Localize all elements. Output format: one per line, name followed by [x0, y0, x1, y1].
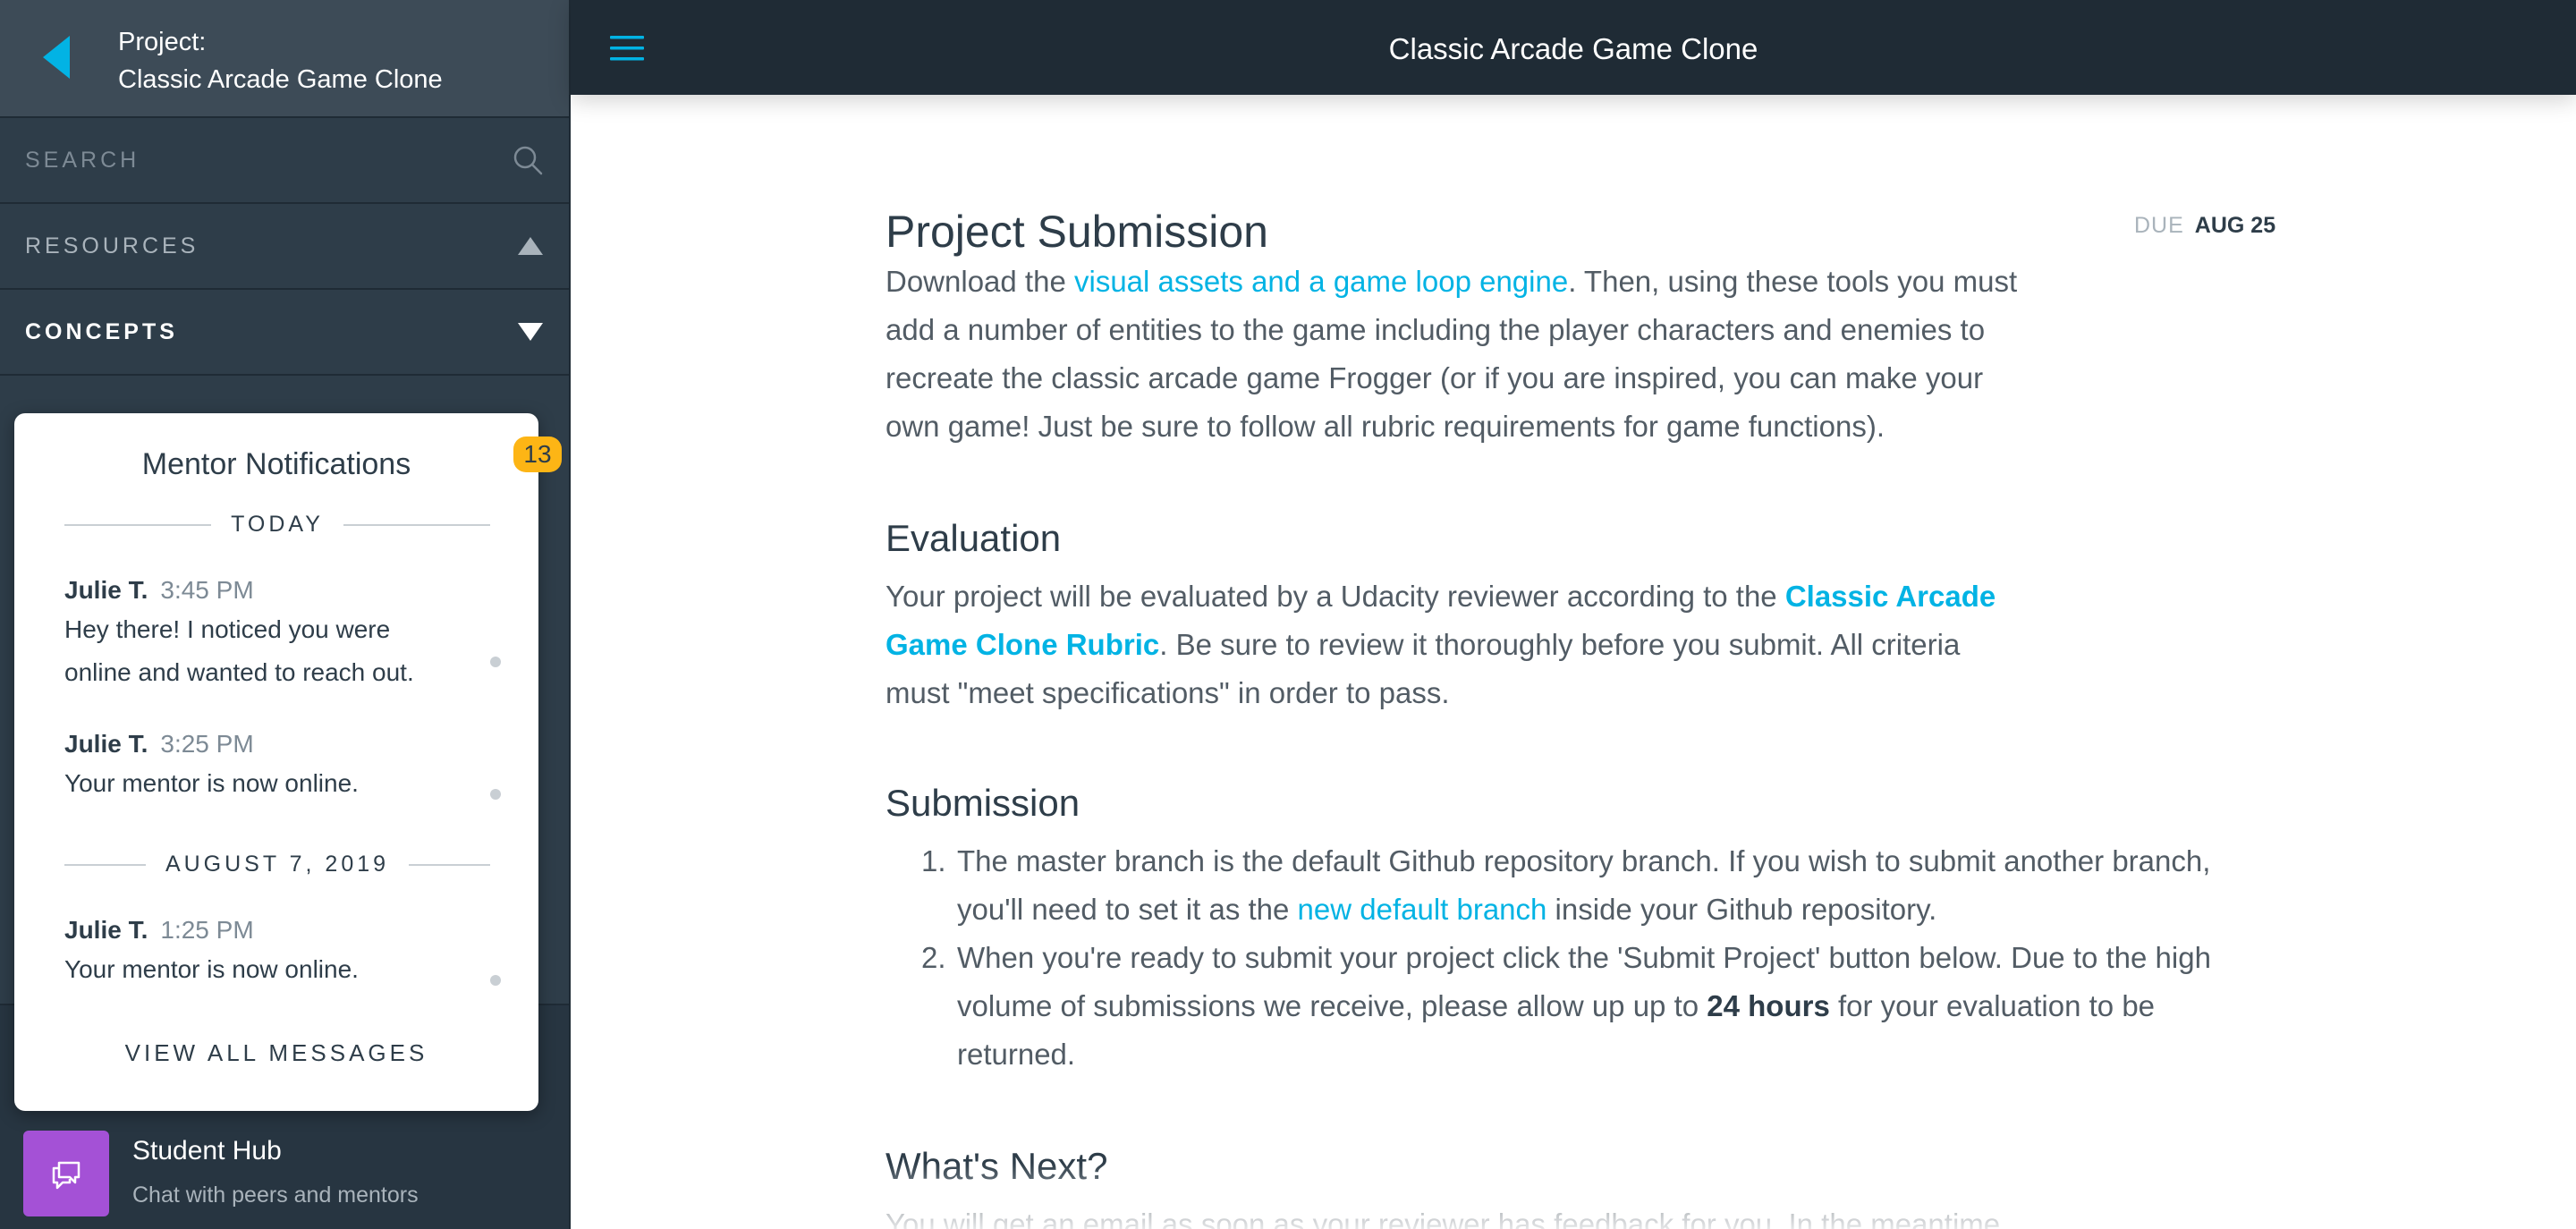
list-number: 2. — [921, 941, 946, 974]
notification-item[interactable]: Julie T. 3:45 PM Hey there! I noticed you… — [64, 572, 503, 694]
sidebar-item-concepts[interactable]: CONCEPTS — [0, 290, 569, 376]
due-label: DUE — [2134, 213, 2184, 238]
search-field[interactable]: SEARCH — [0, 118, 569, 204]
due-date: DUE AUG 25 — [2134, 213, 2275, 239]
student-hub-button[interactable] — [23, 1131, 109, 1216]
date-label: AUGUST 7, 2019 — [165, 852, 390, 877]
search-placeholder: SEARCH — [25, 147, 140, 173]
list-number: 1. — [921, 844, 946, 877]
message-sender: Julie T. — [64, 730, 148, 758]
sidebar-header: Project: Classic Arcade Game Clone — [0, 0, 569, 118]
project-label: Project: Classic Arcade Game Clone — [118, 23, 443, 98]
submission-steps-list: 1. The master branch is the default Gith… — [886, 837, 2281, 1079]
student-hub-title[interactable]: Student Hub — [132, 1136, 282, 1166]
project-prefix: Project: — [118, 28, 207, 56]
message-time: 3:25 PM — [160, 730, 254, 758]
caret-down-icon — [517, 322, 544, 342]
whats-next-heading: What's Next? — [886, 1145, 1108, 1187]
student-hub-subtitle: Chat with peers and mentors — [132, 1182, 419, 1208]
whats-next-paragraph: You will get an email as soon as your re… — [886, 1208, 2009, 1229]
back-button[interactable] — [39, 32, 84, 82]
view-all-messages-button[interactable]: VIEW ALL MESSAGES — [14, 1039, 538, 1067]
submission-heading: Submission — [886, 782, 1080, 824]
rubric-link[interactable]: Classic Arcade — [1785, 580, 1996, 613]
message-time: 1:25 PM — [160, 916, 254, 944]
unread-dot — [490, 657, 501, 667]
notification-item[interactable]: Julie T. 1:25 PM Your mentor is now onlin… — [64, 912, 503, 991]
unread-dot — [490, 789, 501, 800]
notifications-title: Mentor Notifications — [141, 447, 411, 481]
caret-up-icon — [517, 236, 544, 256]
message-sender: Julie T. — [64, 916, 148, 944]
menu-button[interactable] — [610, 34, 644, 63]
list-item: 1. The master branch is the default Gith… — [886, 837, 2281, 934]
rubric-link[interactable]: Game Clone Rubric — [886, 628, 1159, 661]
due-value: AUG 25 — [2194, 213, 2276, 238]
unread-dot — [490, 975, 501, 986]
chat-bubbles-icon — [52, 1161, 80, 1190]
hamburger-menu-icon — [610, 36, 644, 61]
notification-count-badge: 13 — [513, 437, 562, 472]
project-submission-heading: Project Submission — [886, 207, 1268, 257]
date-divider-today: TODAY — [64, 512, 491, 538]
message-text: Hey there! I noticed you were online and… — [64, 615, 414, 686]
evaluation-paragraph: Your project will be evaluated by a Udac… — [886, 580, 1996, 709]
mentor-notifications-panel: Mentor Notifications TODAY Julie T. 3:45 … — [14, 413, 538, 1111]
message-time: 3:45 PM — [160, 576, 254, 604]
date-divider-august: AUGUST 7, 2019 — [64, 852, 490, 877]
sidebar-item-label: CONCEPTS — [25, 318, 178, 344]
search-icon[interactable] — [512, 144, 544, 176]
sidebar-item-label: RESOURCES — [25, 233, 199, 259]
evaluation-heading: Evaluation — [886, 517, 1062, 559]
top-bar: Classic Arcade Game Clone — [571, 0, 2576, 95]
list-item: 2. When you're ready to submit your proj… — [886, 934, 2281, 1079]
back-triangle-icon — [43, 36, 70, 79]
emphasis-text: 24 hours — [1707, 989, 1830, 1022]
new-default-branch-link[interactable]: new default branch — [1298, 893, 1547, 926]
notification-item[interactable]: Julie T. 3:25 PM Your mentor is now onlin… — [64, 726, 503, 805]
message-sender: Julie T. — [64, 576, 148, 604]
project-name: Classic Arcade Game Clone — [118, 65, 443, 94]
sidebar-item-resources[interactable]: RESOURCES — [0, 204, 569, 290]
message-text: Your mentor is now online. — [64, 955, 359, 983]
message-text: Your mentor is now online. — [64, 769, 359, 797]
date-label: TODAY — [231, 512, 324, 537]
visual-assets-link[interactable]: visual assets and a game loop engine — [1074, 265, 1568, 298]
intro-paragraph: Download the visual assets and a game lo… — [886, 265, 2018, 443]
page-title: Classic Arcade Game Clone — [1388, 32, 1758, 65]
